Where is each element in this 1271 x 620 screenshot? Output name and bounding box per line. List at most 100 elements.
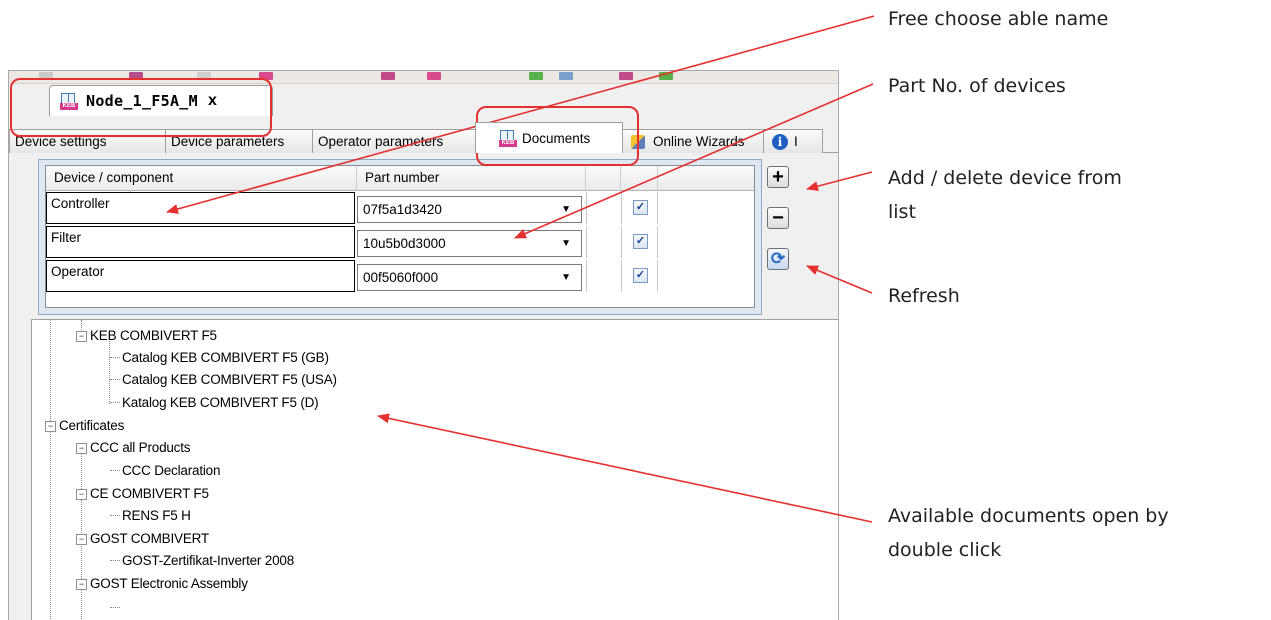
document-tree: − KEB COMBIVERT F5 Catalog KEB COMBIVERT … [31,319,838,620]
device-grid: Device / component Part number Controlle… [45,165,755,308]
refresh-icon: ⟳ [770,249,786,268]
toolbar-icon[interactable] [659,72,673,80]
collapse-icon[interactable]: − [45,421,56,432]
tree-connector [110,515,120,516]
highlight-doc-tab [10,78,272,137]
tree-label: Certificates [59,418,125,433]
chevron-down-icon[interactable]: ▼ [561,197,571,222]
tree-connector [110,402,120,403]
tab-online-wizards[interactable]: Online Wizards [622,129,764,153]
row-checkbox[interactable]: ✓ [633,268,648,283]
check-cell: ✓ [621,260,658,292]
tree-label: Catalog KEB COMBIVERT F5 (GB) [122,350,329,365]
callout-refresh: Refresh [888,285,960,307]
device-list-panel: Device / component Part number Controlle… [38,159,762,315]
tree-document[interactable]: Katalog KEB COMBIVERT F5 (D) [110,395,319,410]
tree-connector-line [110,607,120,608]
tree-label: GOST-Zertifikat-Inverter 2008 [122,553,295,568]
tab-label: Online Wizards [653,134,745,149]
column-divider [586,192,587,224]
tab-label: Operator parameters [318,134,444,149]
chevron-down-icon[interactable]: ▼ [561,231,571,256]
tree-folder[interactable]: − GOST COMBIVERT [76,531,209,546]
tree-document[interactable]: Catalog KEB COMBIVERT F5 (GB) [110,350,329,365]
tree-document[interactable]: GOST-Zertifikat-Inverter 2008 [110,553,294,568]
tree-label: KEB COMBIVERT F5 [90,328,217,343]
tree-label: Catalog KEB COMBIVERT F5 (USA) [122,372,337,387]
toolbar-icon[interactable] [381,72,395,80]
check-cell: ✓ [621,192,658,224]
tab-label: I [794,134,798,149]
toolbar-icon[interactable] [619,72,633,80]
tree-folder[interactable]: − Certificates [45,418,124,433]
tree-connector [110,379,120,380]
keb-documents-icon: KEB [499,129,517,147]
part-number-value: 00f5060f000 [363,270,439,285]
collapse-icon[interactable]: − [76,579,87,590]
check-cell: ✓ [621,226,658,258]
table-row[interactable]: Operator 00f5060f000 ▼ ✓ [46,260,754,294]
tree-folder[interactable]: − CCC all Products [76,440,191,455]
tree-label: CE COMBIVERT F5 [90,486,209,501]
tree-label: Katalog KEB COMBIVERT F5 (D) [122,395,319,410]
tree-label: CCC Declaration [122,463,221,478]
row-checkbox[interactable]: ✓ [633,234,648,249]
tree-document[interactable]: CCC Declaration [110,463,220,478]
callout-name: Free choose able name [888,8,1109,30]
table-row[interactable]: Controller 07f5a1d3420 ▼ ✓ [46,192,754,226]
row-checkbox[interactable]: ✓ [633,200,648,215]
chevron-down-icon[interactable]: ▼ [561,265,571,290]
part-number-value: 07f5a1d3420 [363,202,442,217]
callout-documents-line1: Available documents open by [888,505,1169,527]
delete-device-button[interactable]: − [767,207,789,229]
callout-part-number: Part No. of devices [888,75,1066,97]
column-divider [586,226,587,258]
collapse-icon[interactable]: − [76,534,87,545]
tree-label: GOST COMBIVERT [90,531,209,546]
refresh-button[interactable]: ⟳ [767,248,789,270]
tree-document[interactable]: Catalog KEB COMBIVERT F5 (USA) [110,372,337,387]
tree-document[interactable]: RENS F5 H [110,508,191,523]
tree-label: GOST Electronic Assembly [90,576,248,591]
tab-documents[interactable]: KEB Documents [475,122,623,153]
tab-label: Documents [522,130,591,146]
tree-guide [50,440,51,620]
collapse-icon[interactable]: − [76,443,87,454]
callout-add-delete-line1: Add / delete device from [888,167,1122,189]
column-part-number[interactable]: Part number [357,166,586,190]
tab-info[interactable]: i I [763,129,823,153]
tree-folder[interactable]: − CE COMBIVERT F5 [76,486,209,501]
collapse-icon[interactable]: − [76,331,87,342]
callout-documents-line2: double click [888,539,1002,561]
tree-connector [110,470,120,471]
part-number-dropdown[interactable]: 07f5a1d3420 ▼ [357,196,582,223]
toolbar-icon[interactable] [559,72,573,80]
column-check [621,166,658,190]
grid-header: Device / component Part number [46,166,754,191]
tree-folder[interactable]: − GOST Electronic Assembly [76,576,248,591]
tree-connector [110,600,122,615]
callout-add-delete-line2: list [888,201,916,223]
part-number-dropdown[interactable]: 00f5060f000 ▼ [357,264,582,291]
device-name-cell[interactable]: Controller [46,192,355,224]
column-device-component[interactable]: Device / component [46,166,357,190]
tab-operator-parameters[interactable]: Operator parameters [312,129,476,153]
add-device-button[interactable]: + [767,166,789,188]
collapse-icon[interactable]: − [76,489,87,500]
info-icon: i [772,133,788,150]
tree-label: RENS F5 H [122,508,191,523]
tree-folder[interactable]: − KEB COMBIVERT F5 [76,328,217,343]
tree-label: CCC all Products [90,440,191,455]
part-number-dropdown[interactable]: 10u5b0d3000 ▼ [357,230,582,257]
tree-connector [110,357,120,358]
app-window: KEB Node_1_F5A_M x Device settings Devic… [8,70,839,620]
device-name-cell[interactable]: Filter [46,226,355,258]
toolbar-icon[interactable] [529,72,543,80]
column-blank [586,166,621,190]
table-row[interactable]: Filter 10u5b0d3000 ▼ ✓ [46,226,754,260]
part-number-value: 10u5b0d3000 [363,236,446,251]
tree-connector [110,560,120,561]
device-name-cell[interactable]: Operator [46,260,355,292]
column-divider [586,260,587,292]
toolbar-icon[interactable] [427,72,441,80]
